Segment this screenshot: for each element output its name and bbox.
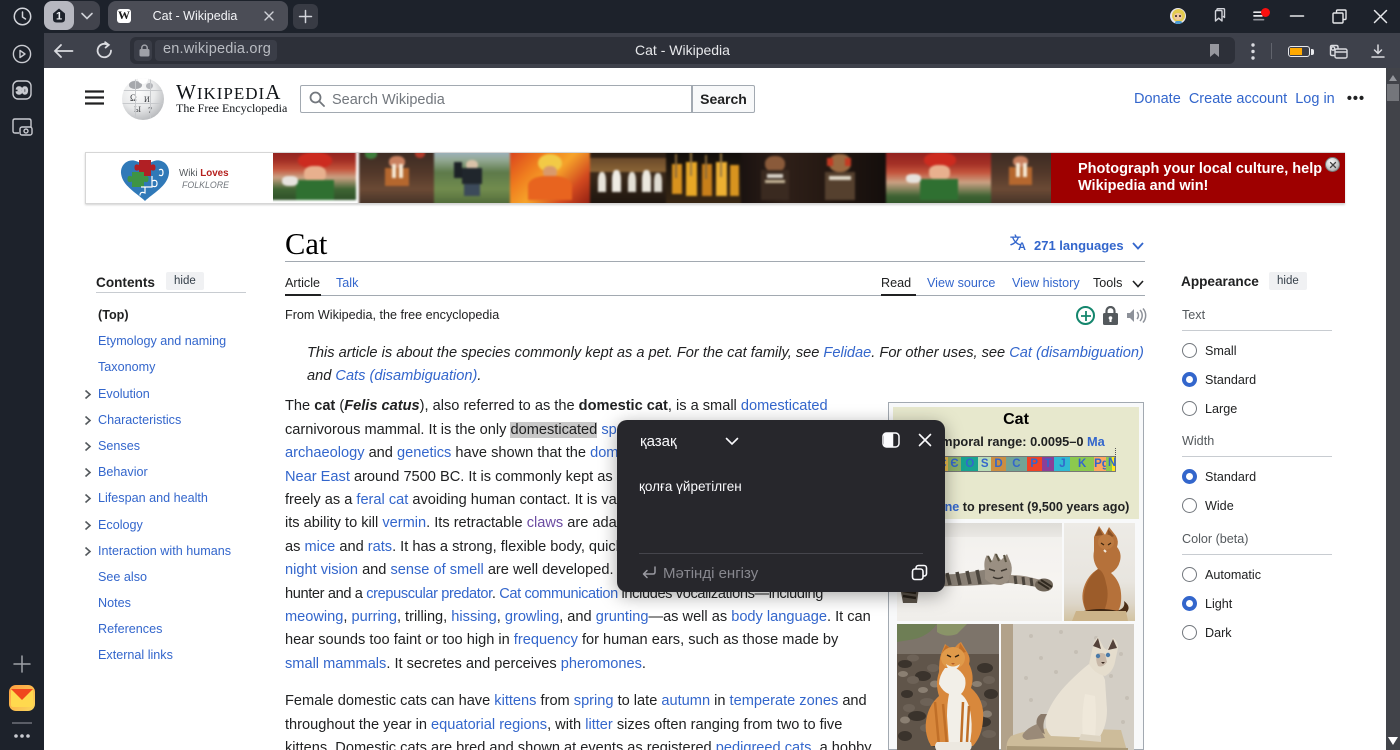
svg-text:30: 30 [16,85,28,97]
svg-text:1: 1 [56,11,62,23]
svg-text:A: A [1018,241,1026,251]
